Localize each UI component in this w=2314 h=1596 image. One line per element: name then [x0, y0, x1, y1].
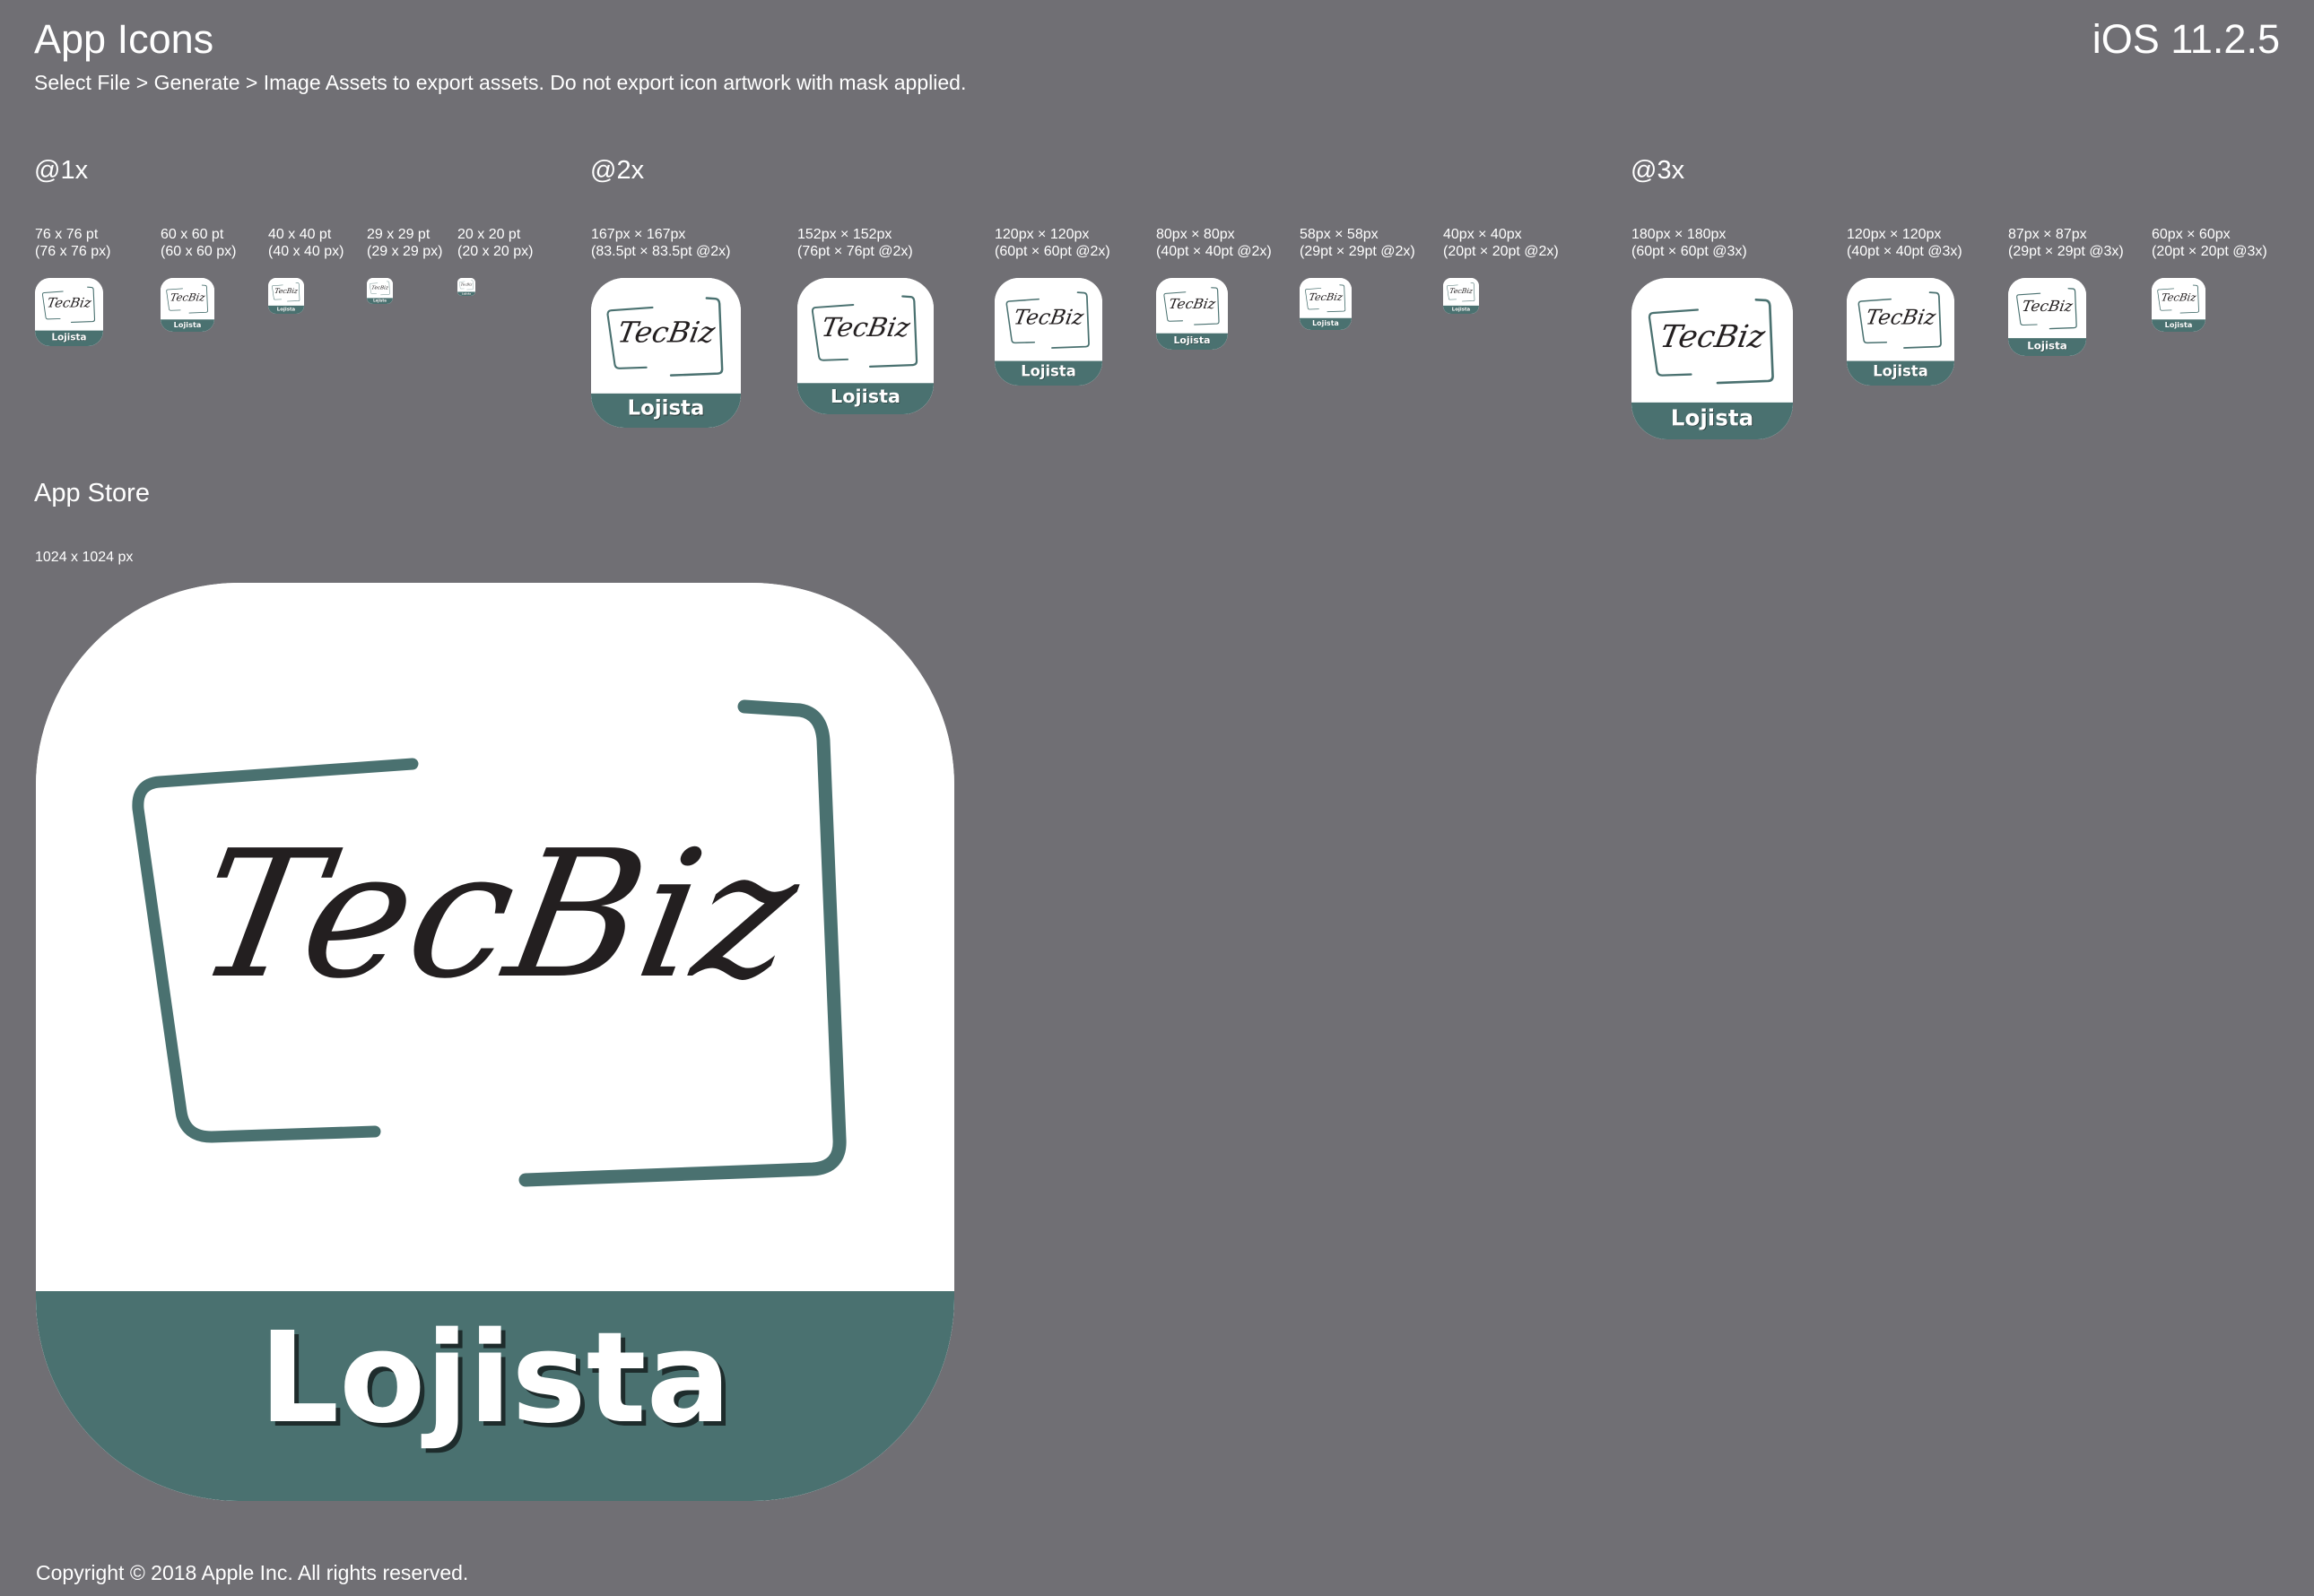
icon-size-label: 40px × 40px (20pt × 20pt @2x): [1443, 227, 1559, 259]
icon-size-label: 60 x 60 pt (60 x 60 px): [161, 227, 237, 259]
page-subtitle: Select File > Generate > Image Assets to…: [34, 71, 967, 94]
icon-size-label: 180px × 180px (60pt × 60pt @3x): [1631, 227, 1747, 259]
icon-size-label: 80px × 80px (40pt × 40pt @2x): [1156, 227, 1272, 259]
app-icon-2x-167: [591, 278, 741, 428]
icon-size-label: 29 x 29 pt (29 x 29 px): [367, 227, 443, 259]
icon-size-label: 167px × 167px (83.5pt × 83.5pt @2x): [591, 227, 731, 259]
icon-size-label: 152px × 152px (76pt × 76pt @2x): [797, 227, 913, 259]
app-icon-2x-120: [995, 278, 1102, 386]
icon-size-label: 120px × 120px (40pt × 40pt @3x): [1847, 227, 1962, 259]
app-icon-2x-40: [1443, 278, 1479, 314]
app-icon-1x-60: [161, 278, 214, 332]
app-icon-3x-60: [2152, 278, 2205, 332]
app-icon-1x-29: [367, 278, 393, 304]
page-title: App Icons: [34, 16, 214, 62]
app-icon-3x-120: [1847, 278, 1954, 386]
app-icon-2x-152: [797, 278, 934, 414]
section-heading-2x: @2x: [590, 156, 645, 185]
icon-size-label: 20 x 20 pt (20 x 20 px): [457, 227, 534, 259]
icon-size-label: 87px × 87px (29pt × 29pt @3x): [2008, 227, 2124, 259]
icon-size-label: 58px × 58px (29pt × 29pt @2x): [1300, 227, 1415, 259]
app-icon-1x-40: [268, 278, 304, 314]
section-heading-1x: @1x: [34, 156, 89, 185]
icon-size-label: 1024 x 1024 px: [35, 550, 134, 565]
app-icon-3x-180: [1631, 278, 1793, 439]
icon-size-label: 60px × 60px (20pt × 20pt @3x): [2152, 227, 2267, 259]
copyright-notice: Copyright © 2018 Apple Inc. All rights r…: [36, 1561, 469, 1584]
icon-size-label: 76 x 76 pt (76 x 76 px): [35, 227, 111, 259]
icon-size-label: 120px × 120px (60pt × 60pt @2x): [995, 227, 1110, 259]
section-heading-app-store: App Store: [34, 479, 150, 507]
app-icon-1x-76: [35, 278, 103, 346]
app-icon-1x-20: [457, 278, 475, 296]
icon-size-label: 40 x 40 pt (40 x 40 px): [268, 227, 344, 259]
app-icon-app-store-1024: [36, 583, 954, 1501]
app-icon-3x-87: [2008, 278, 2086, 356]
app-icon-2x-58: [1300, 278, 1352, 330]
app-icon-2x-80: [1156, 278, 1228, 350]
section-heading-3x: @3x: [1631, 156, 1685, 185]
os-version: iOS 11.2.5: [2092, 16, 2280, 62]
